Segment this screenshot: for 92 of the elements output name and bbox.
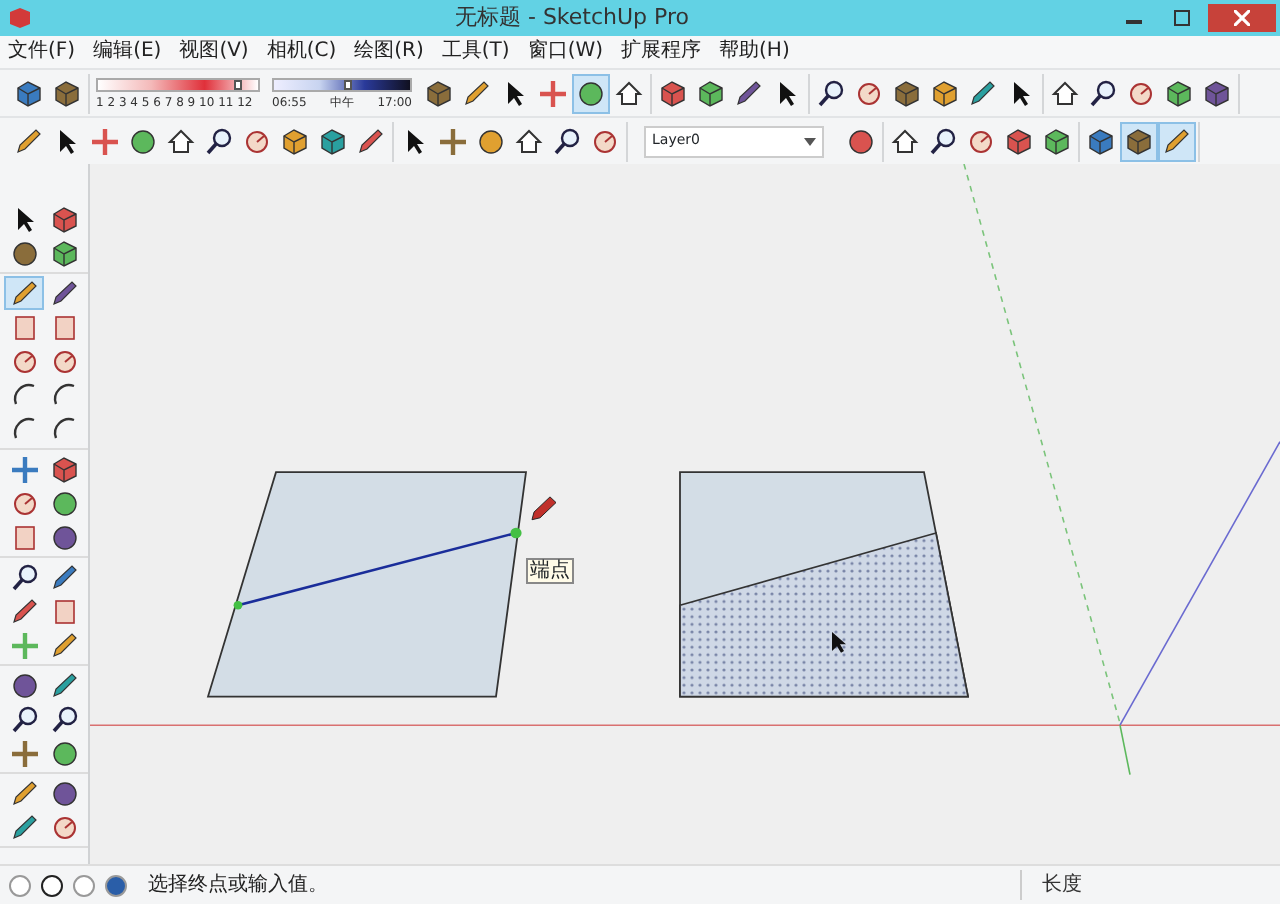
status-message: 选择终点或输入值。 [148,871,330,900]
box-icon [12,76,46,110]
pencil-icon [47,276,81,310]
house-icon [888,124,922,158]
arrow-cursor-icon [832,631,846,653]
magnifier-icon [550,124,584,158]
app-logo-icon [8,6,32,30]
sphere-icon [7,668,41,702]
close-button[interactable] [1208,4,1276,32]
sphere-icon [126,124,160,158]
toolbar-button[interactable] [572,73,610,113]
toolbar-button[interactable] [4,276,44,310]
pencil-cursor-icon [531,496,557,521]
house-icon [164,124,198,158]
pencil-icon [7,276,41,310]
pencil-icon [966,76,1000,110]
maximize-icon [1174,10,1190,27]
cross-icon [436,124,470,158]
menu-item[interactable]: 相机(C) [266,38,337,66]
endpoint-marker [233,601,243,610]
sphere-icon [47,486,81,520]
sphere-icon [47,520,81,554]
pencil-icon [460,76,494,110]
cross-icon [7,736,41,770]
pencil-icon [7,776,41,810]
close-icon [1234,10,1250,27]
box-icon [928,76,962,110]
magnifier-icon [814,76,848,110]
magnifier-icon [7,560,41,594]
pencil-icon [7,810,41,844]
sphere-icon [47,736,81,770]
house-icon [512,124,546,158]
window-title: 无标题 - SketchUp Pro [452,1,691,34]
slider-thumb[interactable] [234,79,243,89]
box-icon [278,124,312,158]
box-icon [47,236,81,270]
endpoint-marker [510,527,522,539]
box-icon [1162,76,1196,110]
menu-item[interactable]: 帮助(H) [719,38,790,66]
pencil-icon [354,124,388,158]
house-icon [612,76,646,110]
box-icon [50,76,84,110]
toolbar-button[interactable] [1158,121,1196,161]
pencil-icon [47,668,81,702]
box-icon [1122,124,1156,158]
caret-icon [804,137,816,145]
sphere-icon [474,124,508,158]
magnifier-icon [7,702,41,736]
cross-icon [7,628,41,662]
measurement-label: 长度 [1020,870,1280,900]
pencil-icon [47,628,81,662]
tooltip: 端点 [526,558,574,584]
circle-icon[interactable] [40,873,64,897]
menu-item[interactable]: 扩展程序 [621,38,702,66]
toolbar-button[interactable] [1120,121,1158,161]
menu-item[interactable]: 文件(F) [8,38,76,66]
date-slider[interactable] [96,77,260,91]
sphere-icon [844,124,878,158]
menu-item[interactable]: 绘图(R) [354,38,424,66]
pencil-icon [12,124,46,158]
time-slider[interactable] [272,77,412,91]
sphere-icon [574,76,608,110]
menu-item[interactable]: 视图(V) [179,38,249,66]
cross-icon [88,124,122,158]
pencil-icon [732,76,766,110]
slider-thumb[interactable] [344,79,353,89]
sphere-icon [47,776,81,810]
box-icon [1040,124,1074,158]
cross-icon [536,76,570,110]
box-icon [1200,76,1234,110]
box-icon [890,76,924,110]
magnifier-icon [1086,76,1120,110]
menu-item[interactable]: 编辑(E) [93,38,162,66]
cross-icon [7,452,41,486]
box-icon [47,202,81,236]
menu-item[interactable]: 工具(T) [441,38,510,66]
magnifier-icon [47,702,81,736]
menu-item[interactable]: 窗口(W) [527,38,604,66]
sphere-icon [7,236,41,270]
box-icon [1002,124,1036,158]
box-icon [656,76,690,110]
magnifier-icon [926,124,960,158]
box-icon [47,452,81,486]
house-icon [1048,76,1082,110]
pencil-icon [7,594,41,628]
pencil-icon [1160,124,1194,158]
box-icon [694,76,728,110]
box-icon [316,124,350,158]
box-icon [1084,124,1118,158]
pencil-icon [47,560,81,594]
box-icon [422,76,456,110]
magnifier-icon [202,124,236,158]
